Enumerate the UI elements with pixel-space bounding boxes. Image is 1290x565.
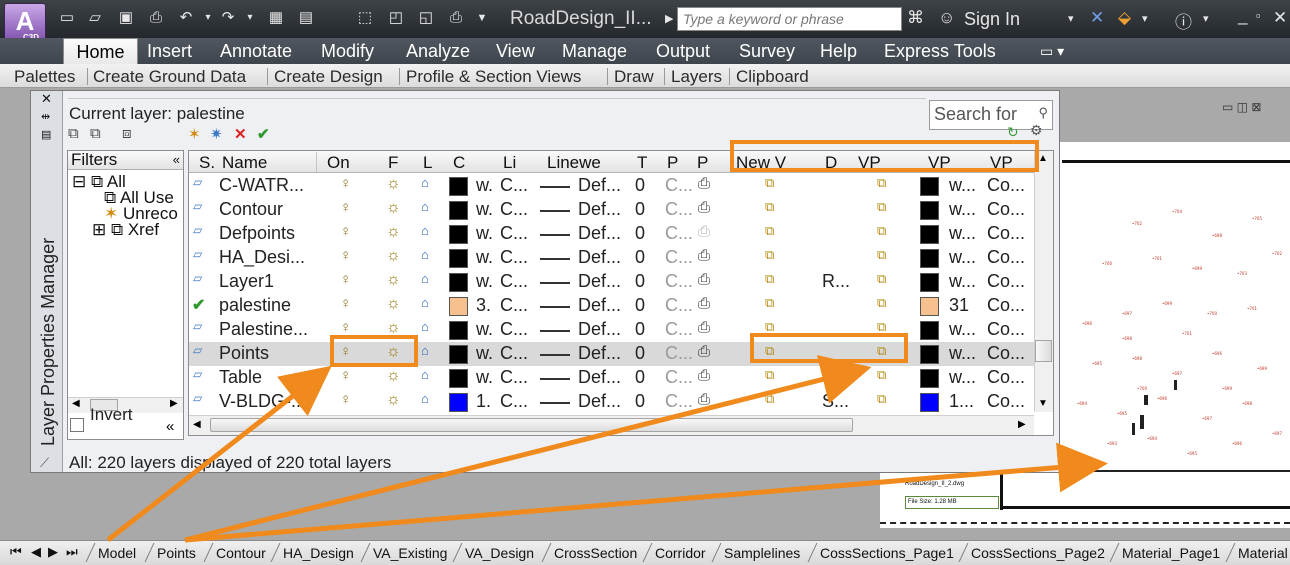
annotation-arrows bbox=[106, 355, 1108, 543]
